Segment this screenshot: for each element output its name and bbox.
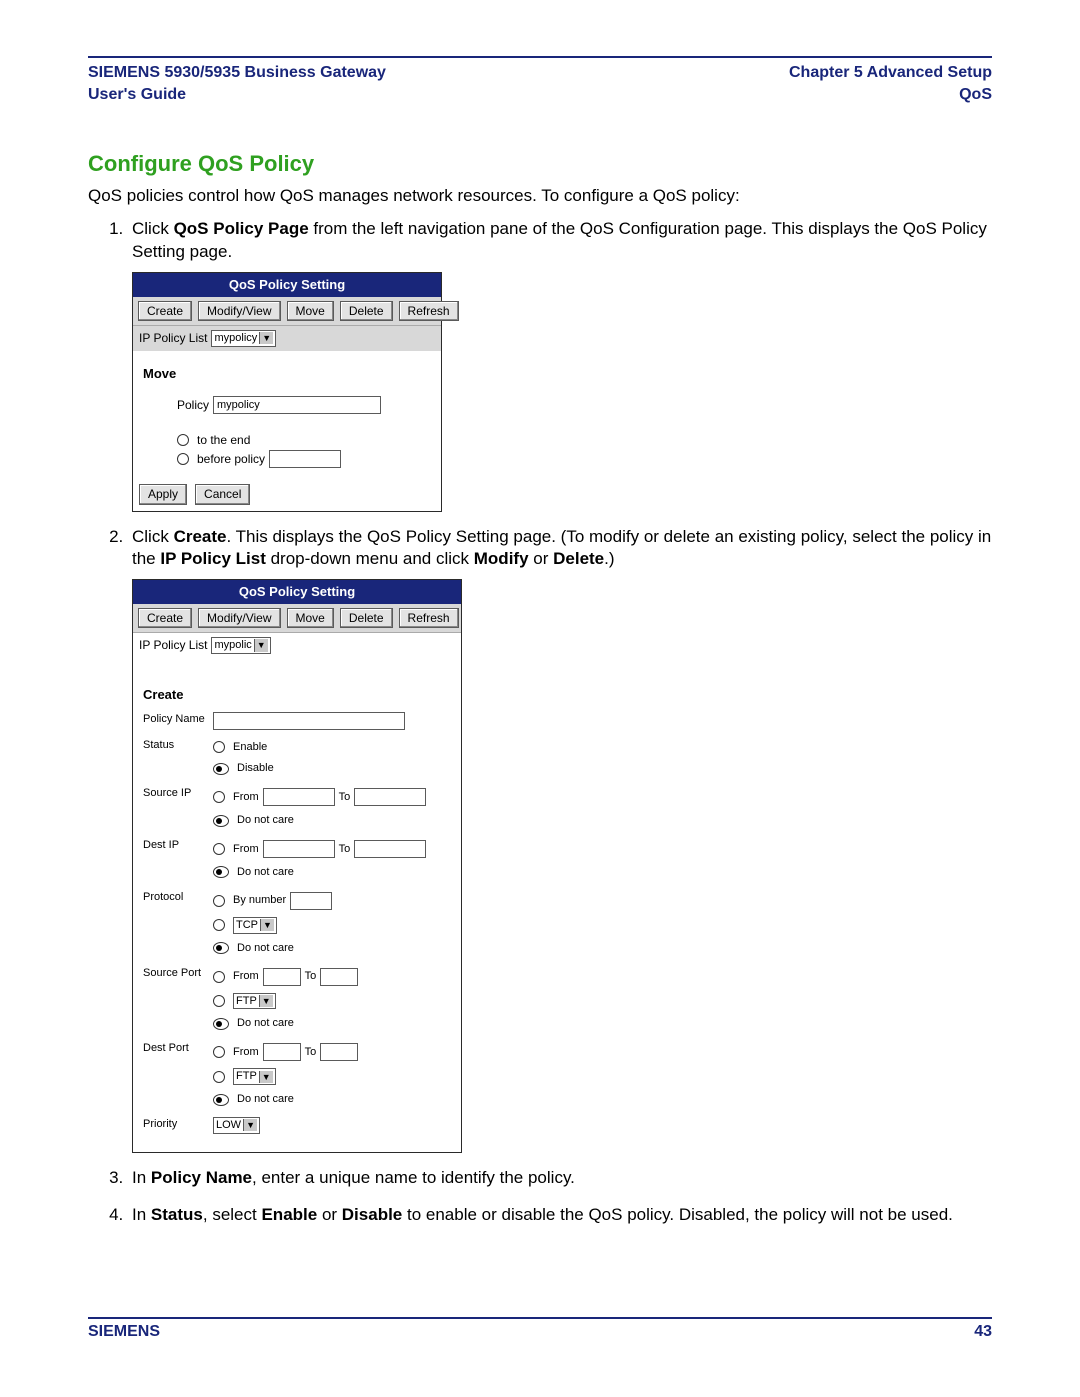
label-policy-name: Policy Name xyxy=(143,712,213,727)
radio-dport-select[interactable] xyxy=(213,1071,225,1083)
label-protocol: Protocol xyxy=(143,890,213,905)
refresh-button[interactable]: Refresh xyxy=(399,301,459,321)
radio-srcip-from[interactable] xyxy=(213,791,225,803)
label-source-ip: Source IP xyxy=(143,786,213,801)
panel-toolbar: Create Modify/View Move Delete Refresh xyxy=(133,297,441,326)
ip-policy-list-row: IP Policy List mypolic▼ xyxy=(133,633,461,658)
dstip-to-input[interactable] xyxy=(354,840,426,858)
modify-view-button[interactable]: Modify/View xyxy=(198,608,280,628)
radio-to-end[interactable] xyxy=(177,434,189,446)
label-status: Status xyxy=(143,738,213,753)
delete-button[interactable]: Delete xyxy=(340,608,393,628)
ip-policy-list-select[interactable]: mypolic▼ xyxy=(211,637,270,654)
dstip-from-input[interactable] xyxy=(263,840,335,858)
radio-disable[interactable] xyxy=(213,763,229,775)
panel-toolbar: Create Modify/View Move Delete Refresh xyxy=(133,604,461,633)
ip-policy-list-label: IP Policy List xyxy=(139,330,207,346)
radio-proto-dnc[interactable] xyxy=(213,942,229,954)
intro-text: QoS policies control how QoS manages net… xyxy=(88,185,992,208)
footer-page-number: 43 xyxy=(974,1323,992,1341)
dport-from-input[interactable] xyxy=(263,1043,301,1061)
header-guide: User's Guide xyxy=(88,84,386,106)
ip-policy-list-select[interactable]: mypolicy▼ xyxy=(211,330,276,347)
radio-proto-select[interactable] xyxy=(213,919,225,931)
create-button[interactable]: Create xyxy=(138,608,192,628)
radio-dstip-dnc[interactable] xyxy=(213,866,229,878)
radio-sport-from[interactable] xyxy=(213,971,225,983)
create-button[interactable]: Create xyxy=(138,301,192,321)
chevron-down-icon: ▼ xyxy=(254,639,268,651)
ip-policy-list-row: IP Policy List mypolicy▼ xyxy=(133,326,441,351)
apply-button[interactable]: Apply xyxy=(139,484,187,504)
dport-select[interactable]: FTP▼ xyxy=(233,1068,276,1085)
chevron-down-icon: ▼ xyxy=(260,919,274,931)
priority-select[interactable]: LOW▼ xyxy=(213,1117,260,1134)
proto-select[interactable]: TCP▼ xyxy=(233,917,277,934)
radio-dport-from[interactable] xyxy=(213,1046,225,1058)
header-product: SIEMENS 5930/5935 Business Gateway xyxy=(88,62,386,84)
sport-to-input[interactable] xyxy=(320,968,358,986)
modify-view-button[interactable]: Modify/View xyxy=(198,301,280,321)
policy-input[interactable]: mypolicy xyxy=(213,396,381,414)
section-title: Configure QoS Policy xyxy=(88,151,992,177)
dport-to-input[interactable] xyxy=(320,1043,358,1061)
sport-select[interactable]: FTP▼ xyxy=(233,993,276,1010)
move-heading: Move xyxy=(143,365,431,383)
panel-title: QoS Policy Setting xyxy=(133,273,441,297)
step-1: Click QoS Policy Page from the left navi… xyxy=(128,218,992,511)
delete-button[interactable]: Delete xyxy=(340,301,393,321)
ip-policy-list-label: IP Policy List xyxy=(139,637,207,653)
radio-enable[interactable] xyxy=(213,741,225,753)
cancel-button[interactable]: Cancel xyxy=(195,484,250,504)
sport-from-input[interactable] xyxy=(263,968,301,986)
move-button[interactable]: Move xyxy=(287,608,334,628)
policy-name-input[interactable] xyxy=(213,712,405,730)
header-rule xyxy=(88,56,992,58)
header-topic: QoS xyxy=(789,84,992,106)
label-source-port: Source Port xyxy=(143,966,213,981)
radio-dport-dnc[interactable] xyxy=(213,1094,229,1106)
chevron-down-icon: ▼ xyxy=(259,332,273,344)
label-priority: Priority xyxy=(143,1117,213,1132)
label-dest-ip: Dest IP xyxy=(143,838,213,853)
step-4: In Status, select Enable or Disable to e… xyxy=(128,1204,992,1227)
radio-dstip-from[interactable] xyxy=(213,843,225,855)
create-heading: Create xyxy=(143,686,451,704)
srcip-from-input[interactable] xyxy=(263,788,335,806)
radio-sport-dnc[interactable] xyxy=(213,1018,229,1030)
page-header: SIEMENS 5930/5935 Business Gateway User'… xyxy=(88,62,992,105)
chevron-down-icon: ▼ xyxy=(259,1071,273,1083)
radio-proto-bynum[interactable] xyxy=(213,895,225,907)
label-dest-port: Dest Port xyxy=(143,1041,213,1056)
refresh-button[interactable]: Refresh xyxy=(399,608,459,628)
proto-number-input[interactable] xyxy=(290,892,332,910)
policy-label: Policy xyxy=(177,397,209,413)
chevron-down-icon: ▼ xyxy=(243,1119,257,1131)
radio-sport-select[interactable] xyxy=(213,995,225,1007)
header-chapter: Chapter 5 Advanced Setup xyxy=(789,62,992,84)
before-policy-input[interactable] xyxy=(269,450,341,468)
radio-srcip-dnc[interactable] xyxy=(213,815,229,827)
panel-title: QoS Policy Setting xyxy=(133,580,461,604)
footer-brand: SIEMENS xyxy=(88,1323,160,1341)
step-3: In Policy Name, enter a unique name to i… xyxy=(128,1167,992,1190)
radio-before-policy[interactable] xyxy=(177,453,189,465)
bold: QoS Policy Page xyxy=(174,219,309,238)
move-button[interactable]: Move xyxy=(287,301,334,321)
screenshot-qos-move: QoS Policy Setting Create Modify/View Mo… xyxy=(132,272,442,512)
chevron-down-icon: ▼ xyxy=(259,995,273,1007)
page-footer: SIEMENS 43 xyxy=(88,1317,992,1341)
screenshot-qos-create: QoS Policy Setting Create Modify/View Mo… xyxy=(132,579,462,1152)
steps-list: Click QoS Policy Page from the left navi… xyxy=(88,218,992,1227)
step-2: Click Create. This displays the QoS Poli… xyxy=(128,526,992,1153)
srcip-to-input[interactable] xyxy=(354,788,426,806)
